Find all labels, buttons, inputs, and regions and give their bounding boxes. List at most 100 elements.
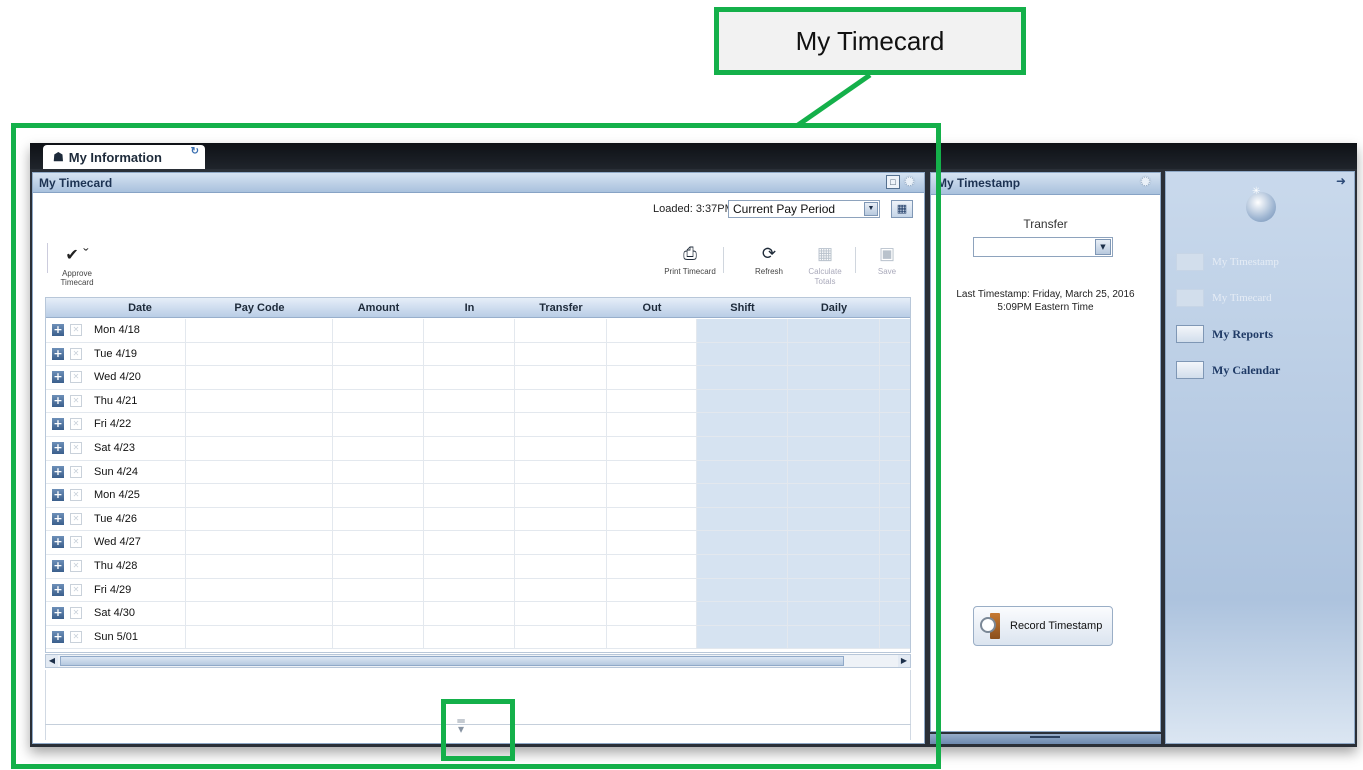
delete-row-icon[interactable]: ✕ [70,560,82,572]
grid-cell[interactable] [607,366,697,389]
grid-cell[interactable] [424,507,515,531]
calculate-totals-button[interactable]: ▦ Calculate Totals [799,243,851,287]
grid-cell[interactable] [186,319,333,342]
delete-row-icon[interactable]: ✕ [70,371,82,384]
add-punch-icon[interactable]: + [52,630,64,643]
delete-row-icon[interactable]: ✕ [70,583,82,596]
grid-cell[interactable] [515,437,607,460]
grid-cell[interactable] [333,319,424,342]
grid-cell[interactable] [186,625,333,649]
table-row[interactable]: + ✕ Fri 4/22 [46,413,910,437]
grid-cell[interactable] [333,460,424,484]
grid-cell[interactable] [186,484,333,507]
refresh-button[interactable]: ⟳ Refresh [743,243,795,277]
grid-cell[interactable] [697,531,788,554]
grid-cell[interactable] [607,555,697,578]
grid-cell[interactable] [186,460,333,484]
grid-cell[interactable] [515,625,607,649]
table-row[interactable]: + ✕ Sat 4/23 [46,437,910,461]
grid-cell[interactable] [186,578,333,602]
grid-cell[interactable] [697,460,788,484]
grid-cell[interactable] [186,437,333,460]
grid-cell[interactable] [333,578,424,602]
column-header-transfer[interactable]: Transfer [515,302,607,314]
add-punch-icon[interactable]: + [52,324,64,336]
table-row[interactable]: + ✕ Wed 4/20 [46,366,910,390]
add-punch-icon[interactable]: + [52,418,64,431]
grid-cell[interactable] [607,319,697,342]
grid-cell[interactable] [515,578,607,602]
resize-handle-icon[interactable]: ═ ▾ [448,715,474,735]
grid-cell[interactable] [515,342,607,366]
add-punch-icon[interactable]: + [52,583,64,596]
add-punch-icon[interactable]: + [52,607,64,620]
table-row[interactable]: + ✕ Fri 4/29 [46,578,910,603]
grid-cell[interactable] [788,389,880,413]
grid-cell[interactable] [333,625,424,649]
grid-cell[interactable] [607,531,697,554]
grid-cell[interactable] [186,342,333,366]
tab-refresh-icon[interactable]: ↻ [191,146,199,157]
grid-cell[interactable] [607,507,697,531]
grid-cell[interactable] [788,507,880,531]
grid-cell[interactable] [788,531,880,554]
add-punch-icon[interactable]: + [52,371,64,384]
add-punch-icon[interactable]: + [52,512,64,525]
delete-row-icon[interactable]: ✕ [70,607,82,620]
gear-icon[interactable]: ✹ [904,175,918,189]
add-punch-icon[interactable]: + [52,394,64,407]
column-header-date[interactable]: Date [94,302,186,314]
table-row[interactable]: + ✕ Sat 4/30 [46,602,910,626]
grid-cell[interactable] [515,507,607,531]
grid-cell[interactable] [788,625,880,649]
grid-cell[interactable] [424,531,515,554]
grid-cell[interactable] [788,460,880,484]
grid-cell[interactable] [186,555,333,578]
grid-cell[interactable] [333,555,424,578]
grid-cell[interactable] [515,413,607,436]
table-row[interactable]: + ✕ Tue 4/26 [46,507,910,532]
grid-cell[interactable] [333,413,424,436]
delete-row-icon[interactable]: ✕ [70,630,82,643]
grid-cell[interactable] [515,555,607,578]
grid-cell[interactable] [424,366,515,389]
grid-cell[interactable] [424,555,515,578]
grid-cell[interactable] [788,484,880,507]
table-row[interactable]: + ✕ Mon 4/18 [46,319,910,343]
grid-cell[interactable] [424,578,515,602]
maximize-icon[interactable]: □ [886,175,900,189]
nav-item-my-timestamp[interactable]: My Timestamp [1176,252,1279,272]
delete-row-icon[interactable]: ✕ [70,324,82,336]
delete-row-icon[interactable]: ✕ [70,442,82,454]
transfer-select[interactable]: ▼ [973,237,1113,257]
grid-cell[interactable] [424,389,515,413]
grid-cell[interactable] [186,413,333,436]
grid-cell[interactable] [424,625,515,649]
column-header-daily[interactable]: Daily [788,302,880,314]
grid-cell[interactable] [424,460,515,484]
grid-cell[interactable] [515,366,607,389]
grid-cell[interactable] [788,437,880,460]
nav-item-my-timecard[interactable]: My Timecard [1176,288,1272,308]
grid-cell[interactable] [333,507,424,531]
grid-cell[interactable] [515,602,607,625]
grid-cell[interactable] [607,437,697,460]
grid-cell[interactable] [186,602,333,625]
grid-cell[interactable] [607,484,697,507]
tab-my-information[interactable]: ☗ My Information ↻ [43,145,205,169]
grid-cell[interactable] [424,413,515,436]
grid-cell[interactable] [697,555,788,578]
delete-row-icon[interactable]: ✕ [70,465,82,478]
grid-cell[interactable] [788,555,880,578]
add-punch-icon[interactable]: + [52,465,64,478]
grid-cell[interactable] [333,389,424,413]
delete-row-icon[interactable]: ✕ [70,418,82,431]
column-header-in[interactable]: In [424,302,515,314]
grid-cell[interactable] [697,413,788,436]
add-punch-icon[interactable]: + [52,536,64,549]
calendar-icon[interactable]: ▦ [891,200,913,218]
scroll-right-icon[interactable]: ▶ [898,655,910,667]
print-timecard-button[interactable]: ⎙ Print Timecard [664,243,716,277]
grid-cell[interactable] [424,319,515,342]
scrollbar-thumb[interactable] [60,656,844,666]
